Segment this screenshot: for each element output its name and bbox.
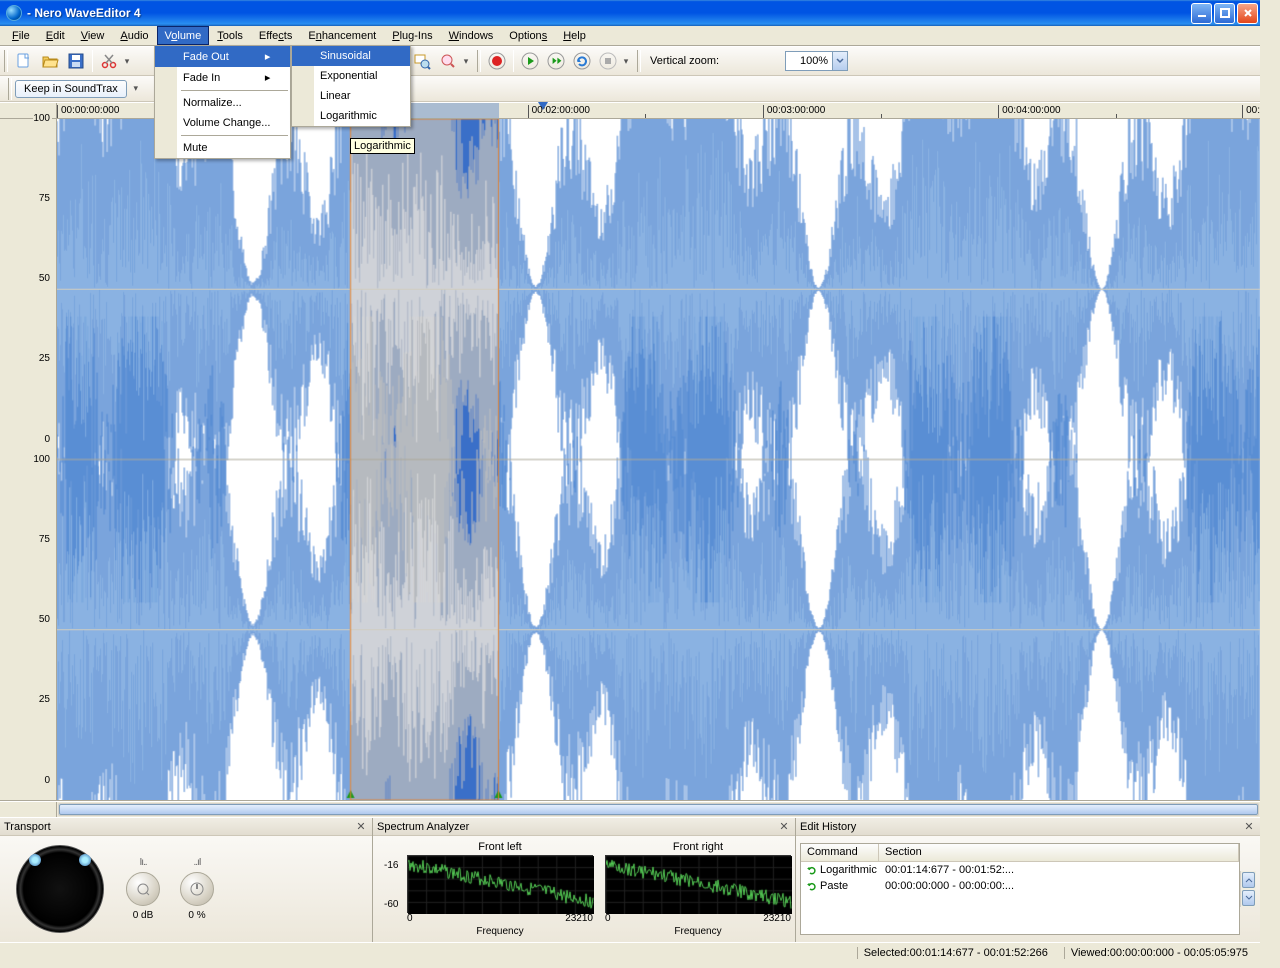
- close-icon[interactable]: ✕: [354, 820, 368, 834]
- volume-menu: Fade Out▸ Fade In▸ Normalize... Volume C…: [154, 45, 291, 159]
- scroll-down-button[interactable]: [1242, 890, 1255, 906]
- gain-knob[interactable]: [126, 872, 160, 906]
- minimize-button[interactable]: [1191, 3, 1212, 24]
- col-command[interactable]: Command: [801, 844, 879, 861]
- record-button[interactable]: [485, 49, 509, 73]
- amplitude-scale: 10075502501007550250: [0, 119, 57, 800]
- app-icon: [6, 5, 22, 21]
- speed-meter-icon: ..ıI: [193, 857, 200, 868]
- menu-options[interactable]: Options: [501, 26, 555, 45]
- volume-change-item[interactable]: Volume Change...: [155, 113, 290, 133]
- menu-volume[interactable]: Volume: [157, 26, 210, 45]
- rewind-button[interactable]: [570, 49, 594, 73]
- open-file-button[interactable]: [38, 49, 62, 73]
- mute-item[interactable]: Mute: [155, 138, 290, 158]
- waveform-area[interactable]: 10075502501007550250: [0, 119, 1260, 801]
- linear-item[interactable]: Linear: [292, 86, 410, 106]
- play-button[interactable]: [518, 49, 542, 73]
- history-row[interactable]: Paste00:00:00:000 - 00:00:00:...: [801, 878, 1239, 894]
- menu-tools[interactable]: Tools: [209, 26, 251, 45]
- cut-button[interactable]: [97, 49, 121, 73]
- play-loop-button[interactable]: [544, 49, 568, 73]
- toolbar-grip[interactable]: [4, 50, 8, 72]
- gain-value: 0 dB: [133, 910, 154, 921]
- exponential-item[interactable]: Exponential: [292, 66, 410, 86]
- menu-windows[interactable]: Windows: [441, 26, 502, 45]
- scrollbar-thumb[interactable]: [59, 804, 1258, 815]
- toolbar-overflow-1[interactable]: ▾: [122, 56, 132, 67]
- toolbar-overflow-2[interactable]: ▾: [461, 56, 471, 67]
- fade-out-submenu: Sinusoidal Exponential Linear Logarithmi…: [291, 45, 411, 127]
- menu-plugins[interactable]: Plug-Ins: [384, 26, 440, 45]
- stop-button[interactable]: [596, 49, 620, 73]
- spectrum-left-graph: -16 -60: [407, 855, 593, 913]
- status-bar: Selected:00:01:14:677 - 00:01:52:266 Vie…: [0, 942, 1260, 962]
- menu-help[interactable]: Help: [555, 26, 594, 45]
- gain-meter-icon: Iı..: [139, 857, 146, 868]
- history-title: Edit History: [800, 821, 856, 833]
- vertical-zoom-label: Vertical zoom:: [650, 55, 719, 67]
- menu-bar: File Edit View Audio Volume Tools Effect…: [0, 26, 1260, 46]
- spectrum-title: Spectrum Analyzer: [377, 821, 469, 833]
- fade-in-item[interactable]: Fade In▸: [155, 67, 290, 88]
- menu-audio[interactable]: Audio: [112, 26, 156, 45]
- scroll-up-button[interactable]: [1242, 872, 1255, 888]
- transport-panel: Transport ✕ Iı.. 0 dB ..ıI 0 %: [0, 818, 373, 942]
- fade-out-item[interactable]: Fade Out▸: [155, 46, 290, 67]
- maximize-button[interactable]: [1214, 3, 1235, 24]
- history-scrollbar[interactable]: [1240, 871, 1256, 907]
- sinusoidal-item[interactable]: Sinusoidal: [292, 46, 410, 66]
- title-bar: - Nero WaveEditor 4: [0, 0, 1260, 26]
- status-viewed: Viewed:00:00:00:000 - 00:05:05:975: [1064, 947, 1254, 959]
- waveform-canvas[interactable]: [57, 119, 1260, 800]
- menu-edit[interactable]: Edit: [38, 26, 73, 45]
- spectrum-right-title: Front right: [605, 841, 791, 853]
- window-title: - Nero WaveEditor 4: [27, 6, 1191, 20]
- toolbar-grip-4[interactable]: [637, 50, 641, 72]
- normalize-item[interactable]: Normalize...: [155, 93, 290, 113]
- close-icon[interactable]: ✕: [777, 820, 791, 834]
- toolbar-grip-5[interactable]: [8, 78, 12, 100]
- chevron-down-icon[interactable]: [832, 52, 847, 70]
- spectrum-left-title: Front left: [407, 841, 593, 853]
- tooltip: Logarithmic: [350, 138, 415, 154]
- toolbar-overflow-4[interactable]: ▾: [131, 83, 141, 94]
- logarithmic-item[interactable]: Logarithmic: [292, 106, 410, 126]
- keep-in-soundtrax-button[interactable]: Keep in SoundTrax: [15, 80, 127, 98]
- toolbar-overflow-3[interactable]: ▾: [621, 56, 631, 67]
- history-table[interactable]: Command Section Logarithmic00:01:14:677 …: [800, 843, 1240, 935]
- history-panel: Edit History ✕ Command Section Logarithmi…: [796, 818, 1260, 942]
- menu-effects[interactable]: Effects: [251, 26, 300, 45]
- frequency-label: Frequency: [407, 926, 593, 937]
- menu-view[interactable]: View: [73, 26, 113, 45]
- close-button[interactable]: [1237, 3, 1258, 24]
- close-icon[interactable]: ✕: [1242, 820, 1256, 834]
- vertical-zoom-combo[interactable]: [785, 51, 848, 71]
- toolbar-grip-3[interactable]: [477, 50, 481, 72]
- history-row[interactable]: Logarithmic00:01:14:677 - 00:01:52:...: [801, 862, 1239, 878]
- new-file-button[interactable]: [12, 49, 36, 73]
- jog-wheel[interactable]: [16, 845, 104, 933]
- status-selected: Selected:00:01:14:677 - 00:01:52:266: [857, 947, 1054, 959]
- vertical-zoom-input[interactable]: [786, 55, 832, 67]
- zoom-page-button[interactable]: [436, 49, 460, 73]
- col-section[interactable]: Section: [879, 844, 1239, 861]
- menu-enhancement[interactable]: Enhancement: [300, 26, 384, 45]
- save-button[interactable]: [64, 49, 88, 73]
- speed-value: 0 %: [188, 910, 205, 921]
- spectrum-right-graph: [605, 855, 791, 913]
- waveform-scrollbar[interactable]: [0, 801, 1260, 817]
- zoom-select-button[interactable]: [410, 49, 434, 73]
- speed-knob[interactable]: [180, 872, 214, 906]
- spectrum-panel: Spectrum Analyzer✕ Front left -16 -60 02…: [373, 818, 796, 942]
- transport-title: Transport: [4, 821, 51, 833]
- menu-file[interactable]: File: [4, 26, 38, 45]
